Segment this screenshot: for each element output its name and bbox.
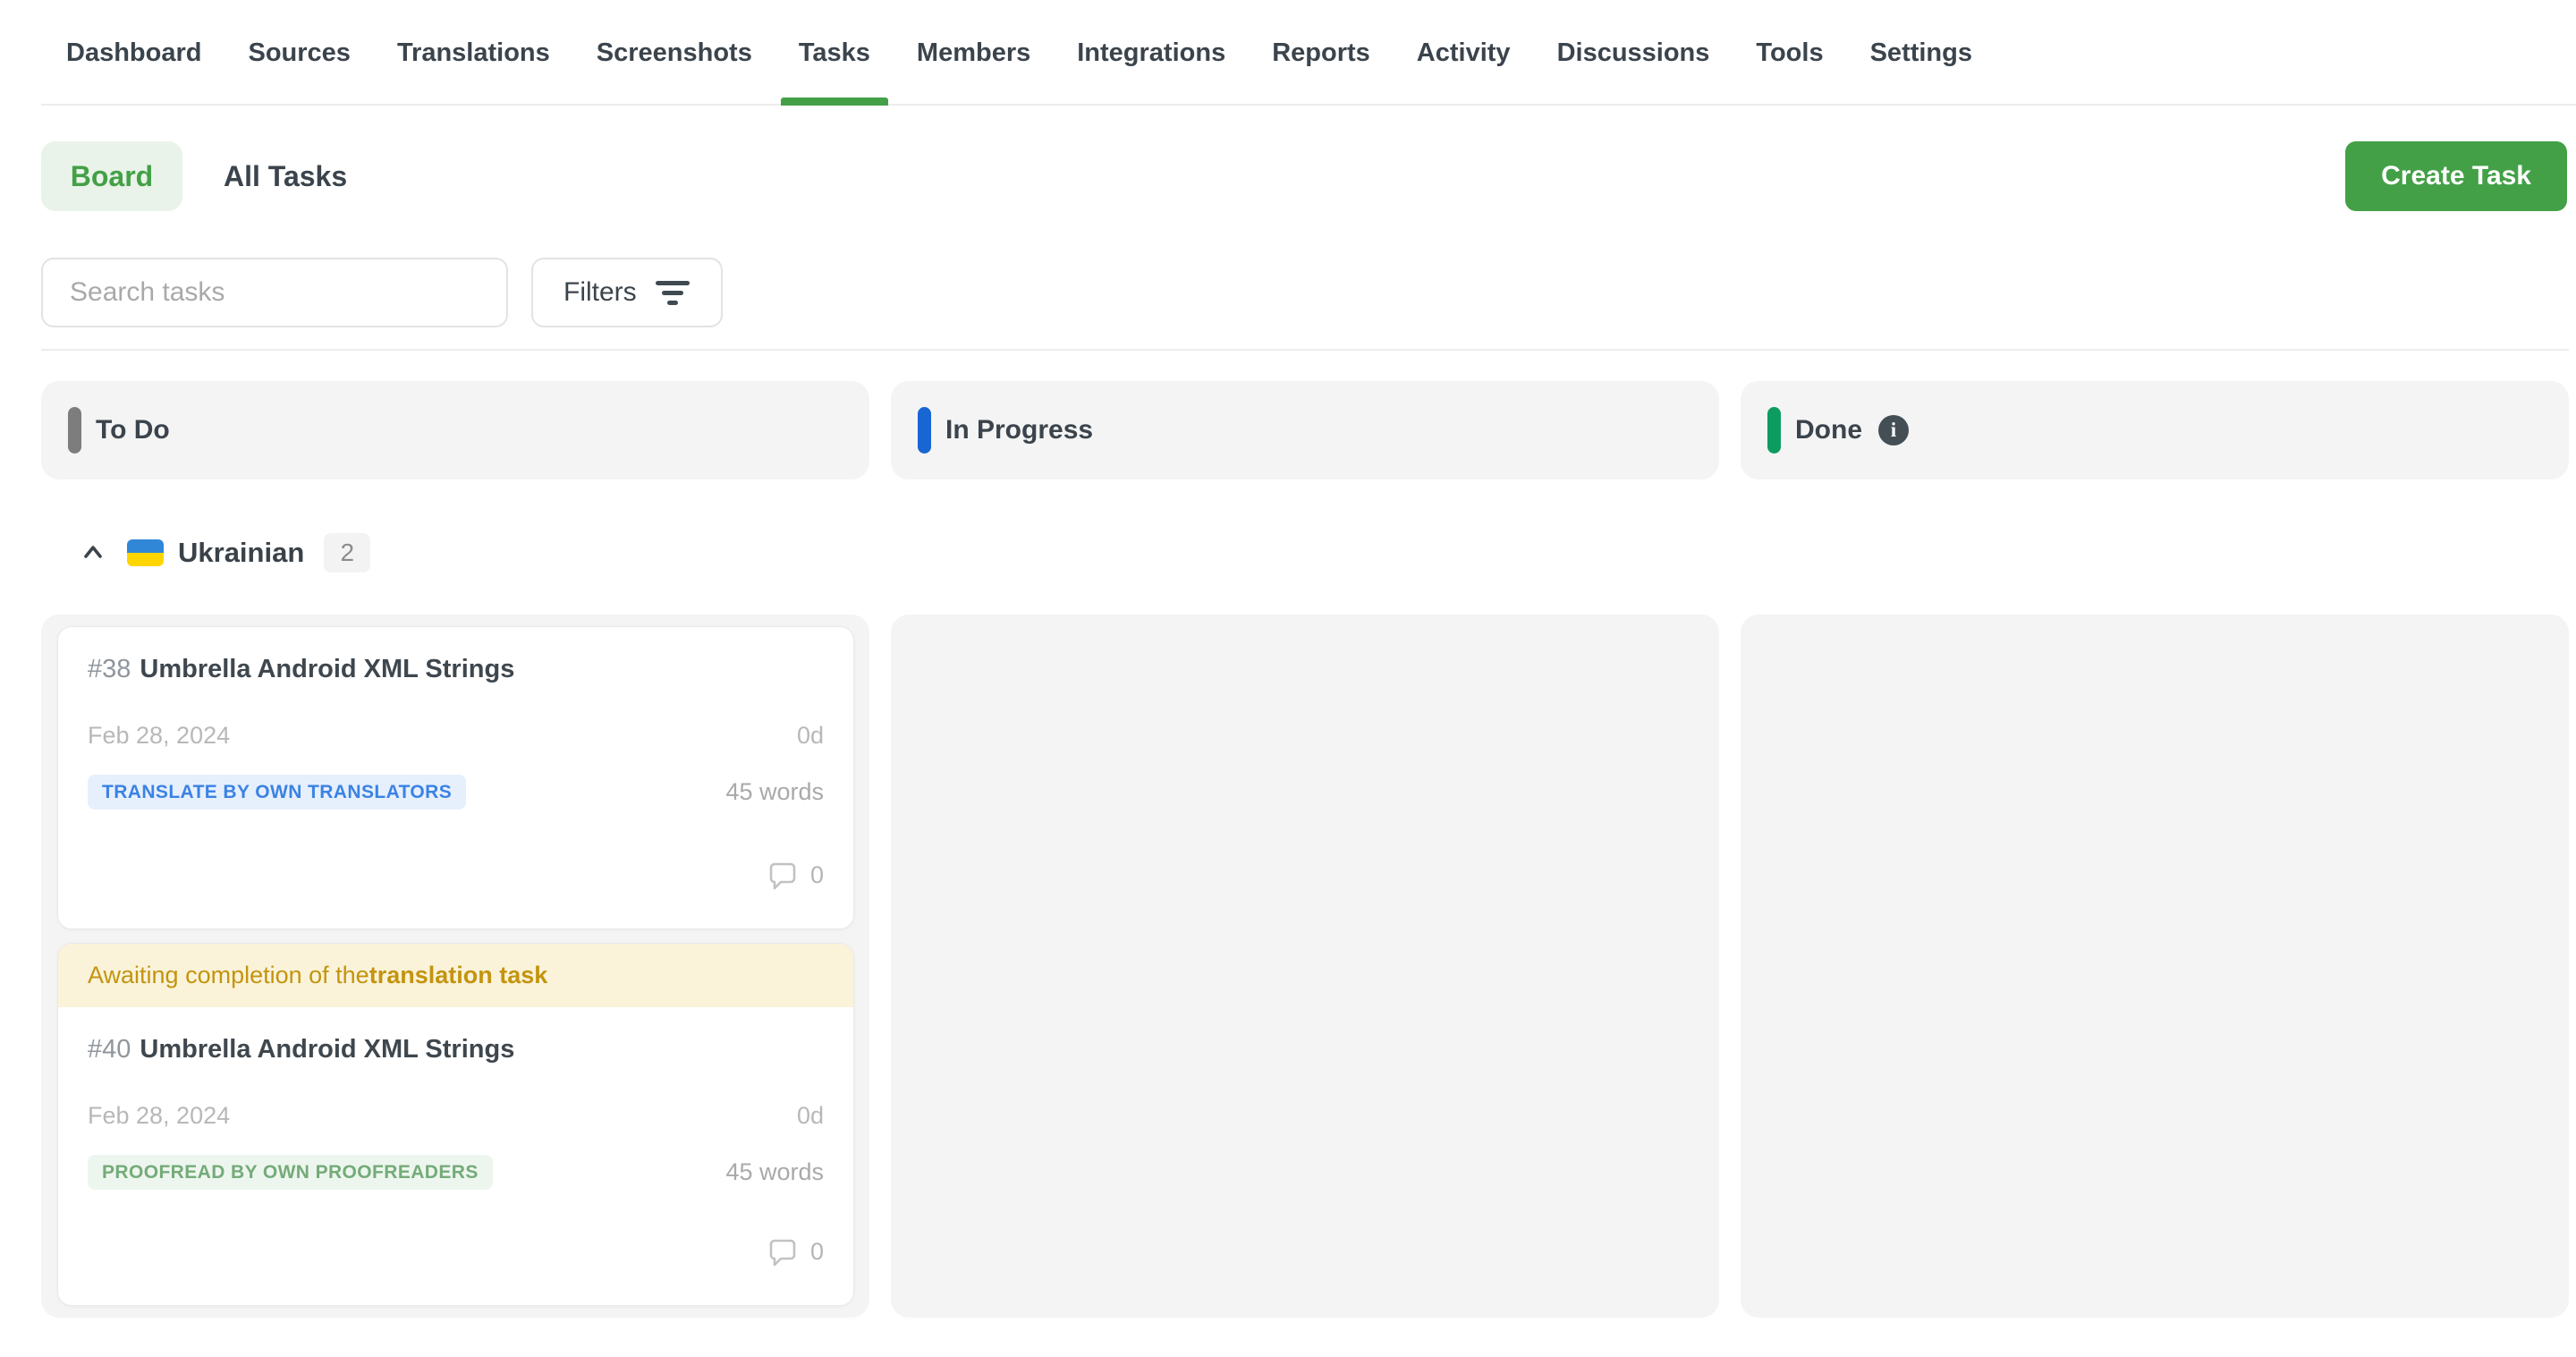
nav-item-dashboard[interactable]: Dashboard [48,0,219,106]
filters-label: Filters [564,277,637,308]
word-count: 45 words [725,1158,824,1186]
comment-count: 0 [810,1238,824,1266]
task-title-row: #40 Umbrella Android XML Strings [58,1032,853,1066]
language-group-header: Ukrainian 2 [41,530,2569,576]
todo-column-body: #38 Umbrella Android XML Strings Feb 28, … [41,615,869,1318]
task-due: 0d [797,1102,824,1130]
task-meta-row: Feb 28, 2024 0d [58,722,853,750]
task-card-40[interactable]: Awaiting completion of the translation t… [57,943,854,1306]
column-header-done: Done i [1741,381,2569,479]
done-column-body [1741,615,2569,1318]
task-name: Umbrella Android XML Strings [140,655,514,683]
task-id: #38 [88,655,131,683]
comment-count: 0 [810,861,824,889]
column-label: In Progress [945,415,1093,445]
workflow-step-badge: PROOFREAD BY OWN PROOFREADERS [88,1155,493,1190]
task-count-badge: 2 [324,533,370,572]
collapse-group-button[interactable] [75,535,111,571]
task-card-38[interactable]: #38 Umbrella Android XML Strings Feb 28, … [57,626,854,929]
comment-icon [766,859,798,891]
task-id: #40 [88,1035,131,1064]
tab-all-tasks[interactable]: All Tasks [224,141,347,211]
task-meta-row: Feb 28, 2024 0d [58,1102,853,1130]
task-title-row: #38 Umbrella Android XML Strings [58,652,853,686]
task-badge-row: TRANSLATE BY OWN TRANSLATORS 45 words [58,775,853,810]
nav-item-reports[interactable]: Reports [1254,0,1388,106]
filter-icon [655,281,691,305]
comment-icon [766,1235,798,1268]
task-date: Feb 28, 2024 [88,1102,230,1130]
task-due: 0d [797,722,824,750]
banner-text: Awaiting completion of the [88,962,369,989]
nav-item-translations[interactable]: Translations [379,0,568,106]
view-toolbar: Board All Tasks Create Task [0,141,2576,211]
in-progress-column-body [891,615,1719,1318]
column-headers: To Do In Progress Done i [41,351,2569,479]
nav-item-settings[interactable]: Settings [1852,0,1990,106]
task-board: To Do In Progress Done i Ukrainian 2 [0,351,2576,1318]
awaiting-banner: Awaiting completion of the translation t… [58,944,853,1007]
search-input[interactable] [41,258,508,327]
language-group-label: Ukrainian [178,537,304,569]
create-task-button[interactable]: Create Task [2345,141,2567,211]
nav-item-sources[interactable]: Sources [230,0,368,106]
nav-item-integrations[interactable]: Integrations [1059,0,1243,106]
search-row: Filters [0,258,2576,327]
done-status-pill [1767,407,1781,454]
task-name: Umbrella Android XML Strings [140,1035,514,1064]
column-header-in-progress: In Progress [891,381,1719,479]
task-footer: 0 [58,859,853,891]
nav-divider [41,104,2576,106]
column-label: Done [1795,415,1862,445]
task-date: Feb 28, 2024 [88,722,230,750]
nav-item-screenshots[interactable]: Screenshots [579,0,770,106]
tasks-board-page: Dashboard Sources Translations Screensho… [0,0,2576,1357]
todo-status-pill [68,407,81,454]
filters-button[interactable]: Filters [531,258,723,327]
column-bodies: #38 Umbrella Android XML Strings Feb 28, … [41,615,2569,1318]
tab-board[interactable]: Board [41,141,182,211]
nav-item-activity[interactable]: Activity [1399,0,1529,106]
nav-item-discussions[interactable]: Discussions [1539,0,1728,106]
column-label: To Do [96,415,170,445]
workflow-step-badge: TRANSLATE BY OWN TRANSLATORS [88,775,466,810]
nav-item-tools[interactable]: Tools [1738,0,1841,106]
info-icon[interactable]: i [1878,415,1909,445]
word-count: 45 words [725,778,824,806]
chevron-up-icon [80,539,106,566]
nav-item-tasks[interactable]: Tasks [781,0,888,106]
nav-item-members[interactable]: Members [899,0,1048,106]
in-progress-status-pill [918,407,931,454]
top-navigation: Dashboard Sources Translations Screensho… [0,0,2576,106]
task-badge-row: PROOFREAD BY OWN PROOFREADERS 45 words [58,1155,853,1190]
banner-link-text: translation task [369,962,548,989]
task-footer: 0 [58,1235,853,1268]
ukrainian-flag-icon [127,539,164,566]
column-header-todo: To Do [41,381,869,479]
